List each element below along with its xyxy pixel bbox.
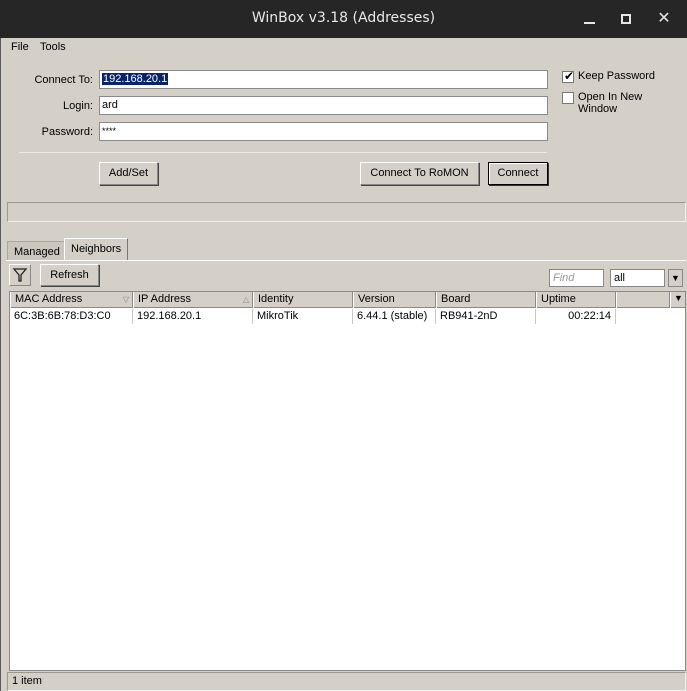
title-bar: WinBox v3.18 (Addresses) ✕ xyxy=(0,0,687,38)
close-button[interactable]: ✕ xyxy=(653,8,675,30)
sort-icon: △ xyxy=(242,295,249,304)
connect-form: Connect To: 192.168.20.1 Login: ard Pass… xyxy=(7,60,682,200)
login-input[interactable]: ard xyxy=(99,96,548,115)
cell-uptime: 00:22:14 xyxy=(536,309,616,324)
check-icon: ✔ xyxy=(564,69,575,83)
table-row[interactable]: 6C:3B:6B:78:D3:C0 192.168.20.1 MikroTik … xyxy=(10,309,685,324)
scope-dropdown-button[interactable]: ▼ xyxy=(668,269,683,287)
status-bar: 1 item xyxy=(7,672,686,691)
login-label: Login: xyxy=(63,100,93,112)
cell-mac: 6C:3B:6B:78:D3:C0 xyxy=(10,309,133,324)
maximize-icon xyxy=(621,14,631,24)
cell-ip: 192.168.20.1 xyxy=(133,309,253,324)
columns-menu-button[interactable]: ▼ xyxy=(670,292,686,308)
column-header-ip[interactable]: IP Address △ xyxy=(133,292,253,308)
connect-romon-button[interactable]: Connect To RoMON xyxy=(360,162,479,185)
add-set-button[interactable]: Add/Set xyxy=(99,162,158,185)
chevron-down-icon: ▼ xyxy=(671,273,680,283)
minimize-button[interactable] xyxy=(579,8,601,30)
maximize-button[interactable] xyxy=(615,8,637,30)
connect-to-value: 192.168.20.1 xyxy=(102,73,169,85)
tab-neighbors[interactable]: Neighbors xyxy=(64,238,129,260)
refresh-button[interactable]: Refresh xyxy=(40,264,99,286)
column-header-label: MAC Address xyxy=(15,293,83,305)
filter-button[interactable] xyxy=(9,264,31,286)
close-icon: ✕ xyxy=(657,10,671,27)
column-header-board[interactable]: Board xyxy=(436,292,536,308)
connect-to-input[interactable]: 192.168.20.1 xyxy=(99,70,548,89)
tab-divider xyxy=(6,260,686,261)
keep-password-checkbox[interactable]: ✔ xyxy=(562,69,575,83)
menu-file[interactable]: File xyxy=(11,41,29,53)
cell-identity: MikroTik xyxy=(253,309,353,324)
keep-password-label: Keep Password xyxy=(578,70,656,82)
find-input[interactable]: Find xyxy=(549,269,604,287)
column-header-empty xyxy=(616,292,670,308)
sort-icon: ▽ xyxy=(122,295,129,304)
minimize-icon xyxy=(584,22,595,24)
form-divider xyxy=(19,152,547,153)
tab-managed[interactable]: Managed xyxy=(7,241,67,260)
main-window: File Tools Connect To: 192.168.20.1 Logi… xyxy=(0,38,687,691)
table-header: MAC Address ▽ IP Address △ Identity Vers… xyxy=(10,292,685,308)
cell-board: RB941-2nD xyxy=(436,309,536,324)
menu-tools[interactable]: Tools xyxy=(40,41,66,53)
column-header-uptime[interactable]: Uptime xyxy=(536,292,616,308)
password-label: Password: xyxy=(41,126,93,138)
password-input[interactable]: **** xyxy=(99,122,548,141)
connect-button[interactable]: Connect xyxy=(488,162,548,185)
filter-icon xyxy=(12,268,28,282)
menu-bar: File Tools xyxy=(1,38,687,58)
open-new-window-checkbox[interactable] xyxy=(562,92,574,104)
scope-select[interactable]: all xyxy=(610,269,665,287)
cell-empty xyxy=(616,309,686,324)
neighbors-table: MAC Address ▽ IP Address △ Identity Vers… xyxy=(9,291,686,671)
column-header-label: IP Address xyxy=(138,293,191,305)
column-header-identity[interactable]: Identity xyxy=(253,292,353,308)
column-header-mac[interactable]: MAC Address ▽ xyxy=(10,292,133,308)
connect-to-label: Connect To: xyxy=(34,74,93,86)
open-new-window-label: Open In New Window xyxy=(578,91,643,115)
column-header-version[interactable]: Version xyxy=(353,292,436,308)
connection-status-bar xyxy=(7,202,686,222)
chevron-down-icon: ▼ xyxy=(674,293,683,303)
cell-version: 6.44.1 (stable) xyxy=(353,309,436,324)
